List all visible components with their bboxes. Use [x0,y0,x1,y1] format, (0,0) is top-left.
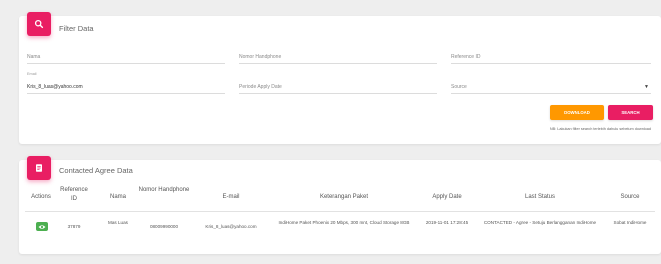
download-button[interactable]: DOWNLOAD [550,105,604,120]
header-email: E-mail [222,194,240,200]
header-source: Source [620,194,640,200]
header-nomor-handphone: Nomor Handphone [138,187,190,193]
header-nama: Nama [109,194,126,200]
download-note: NB: Lakukan filter search terlebih dahul… [549,127,651,131]
nomor-handphone-placeholder: Nomor Handphone [239,54,282,60]
source-select[interactable]: Source ▼ [451,80,651,94]
source-placeholder: Source [451,84,467,90]
email-label: Email [27,72,37,76]
nomor-handphone-input[interactable]: Nomor Handphone [239,50,437,64]
nama-input[interactable]: Nama [27,50,225,64]
periode-apply-date-input[interactable]: Periode Apply Date [239,80,437,94]
contacted-agree-card: Contacted Agree Data Actions Reference I… [19,156,661,254]
search-button[interactable]: SEARCH [608,105,653,120]
document-icon [27,156,51,180]
cell-reference-id: 37879 [67,224,81,229]
email-value: Kris_8_luas@yahoo.com [27,84,83,90]
cell-nomor-handphone: 08009990000 [149,224,179,229]
contacted-title: Contacted Agree Data [59,166,133,175]
header-divider [25,211,655,212]
cell-apply-date: 2019-11-01 17:28:45 [425,220,469,225]
search-icon [27,12,51,36]
view-button[interactable] [36,222,48,231]
header-apply-date: Apply Date [432,194,462,200]
filter-title: Filter Data [59,24,94,33]
header-reference-id: Reference ID [60,187,88,202]
cell-keterangan-paket: IndiHome Paket Phoenix 20 Mbps, 300 mnt,… [278,220,410,225]
eye-icon [38,224,46,230]
cell-email: Kris_8_luas@yahoo.com [205,224,257,229]
header-actions: Actions [31,194,51,200]
cell-last-status: CONTACTED - Agree - Setuju Berlangganan … [483,220,597,225]
filter-card: Filter Data Nama Nomor Handphone Referen… [19,12,661,144]
dropdown-caret-icon: ▼ [644,84,649,90]
cell-nama: Mas Luas [108,220,128,225]
header-keterangan-paket: Keterangan Paket [319,194,369,200]
header-last-status: Last Status [524,194,556,200]
periode-apply-date-placeholder: Periode Apply Date [239,84,282,90]
email-input[interactable]: Email Kris_8_luas@yahoo.com [27,72,225,94]
reference-id-input[interactable]: Reference ID [451,50,651,64]
nama-placeholder: Nama [27,54,41,60]
cell-source: Sobat IndiHome [613,220,647,225]
reference-id-placeholder: Reference ID [451,54,481,60]
